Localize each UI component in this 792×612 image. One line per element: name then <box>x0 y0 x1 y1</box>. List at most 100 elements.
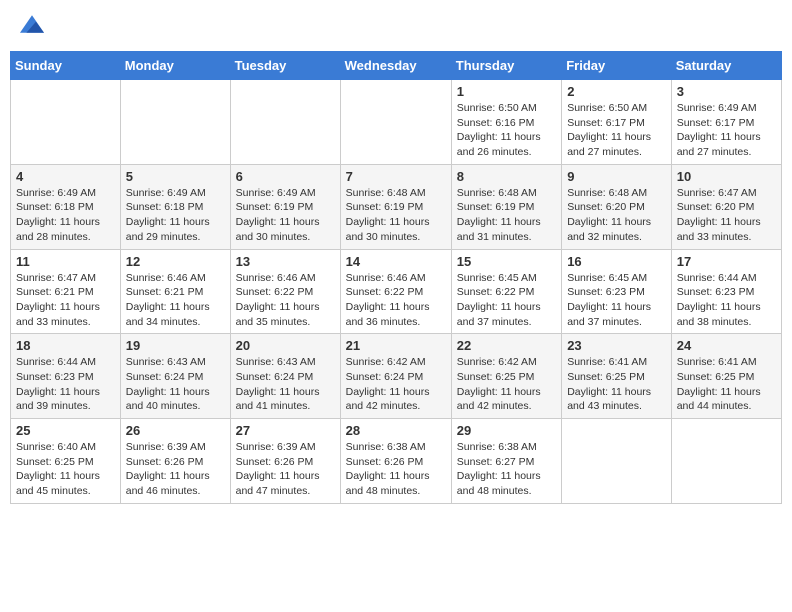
day-info: Sunrise: 6:49 AM Sunset: 6:19 PM Dayligh… <box>236 186 335 245</box>
calendar-cell: 26 Sunrise: 6:39 AM Sunset: 6:26 PM Dayli… <box>120 419 230 504</box>
day-number: 18 <box>16 338 115 353</box>
day-number: 25 <box>16 423 115 438</box>
day-info: Sunrise: 6:50 AM Sunset: 6:17 PM Dayligh… <box>567 101 666 160</box>
day-info: Sunrise: 6:41 AM Sunset: 6:25 PM Dayligh… <box>567 355 666 414</box>
calendar-cell: 5Sunrise: 6:49 AM Sunset: 6:18 PM Daylig… <box>120 164 230 249</box>
calendar-cell: 9 Sunrise: 6:48 AM Sunset: 6:20 PM Daylig… <box>562 164 672 249</box>
day-number: 9 <box>567 169 666 184</box>
calendar-cell <box>671 419 781 504</box>
calendar-cell: 23 Sunrise: 6:41 AM Sunset: 6:25 PM Dayli… <box>562 334 672 419</box>
day-number: 20 <box>236 338 335 353</box>
week-row-1: 4 Sunrise: 6:49 AM Sunset: 6:18 PM Daylig… <box>11 164 782 249</box>
week-row-2: 11Sunrise: 6:47 AM Sunset: 6:21 PM Dayli… <box>11 249 782 334</box>
week-row-3: 18 Sunrise: 6:44 AM Sunset: 6:23 PM Dayli… <box>11 334 782 419</box>
calendar-cell: 21 Sunrise: 6:42 AM Sunset: 6:24 PM Dayli… <box>340 334 451 419</box>
day-info: Sunrise: 6:48 AM Sunset: 6:19 PM Dayligh… <box>457 186 556 245</box>
calendar-cell: 16 Sunrise: 6:45 AM Sunset: 6:23 PM Dayli… <box>562 249 672 334</box>
calendar-cell: 20 Sunrise: 6:43 AM Sunset: 6:24 PM Dayli… <box>230 334 340 419</box>
day-number: 8 <box>457 169 556 184</box>
calendar-cell: 18 Sunrise: 6:44 AM Sunset: 6:23 PM Dayli… <box>11 334 121 419</box>
day-number: 10 <box>677 169 776 184</box>
calendar-cell: 12 Sunrise: 6:46 AM Sunset: 6:21 PM Dayli… <box>120 249 230 334</box>
calendar-cell <box>11 80 121 165</box>
day-info: Sunrise: 6:50 AM Sunset: 6:16 PM Dayligh… <box>457 101 556 160</box>
week-row-0: 1 Sunrise: 6:50 AM Sunset: 6:16 PM Daylig… <box>11 80 782 165</box>
weekday-header-thursday: Thursday <box>451 52 561 80</box>
calendar-cell: 1 Sunrise: 6:50 AM Sunset: 6:16 PM Daylig… <box>451 80 561 165</box>
calendar-cell: 4 Sunrise: 6:49 AM Sunset: 6:18 PM Daylig… <box>11 164 121 249</box>
day-number: 15 <box>457 254 556 269</box>
day-info: Sunrise: 6:40 AM Sunset: 6:25 PM Dayligh… <box>16 440 115 499</box>
calendar-cell: 25 Sunrise: 6:40 AM Sunset: 6:25 PM Dayli… <box>11 419 121 504</box>
day-info: Sunrise: 6:47 AM Sunset: 6:20 PM Dayligh… <box>677 186 776 245</box>
day-info: Sunrise: 6:43 AM Sunset: 6:24 PM Dayligh… <box>126 355 225 414</box>
day-number: 5 <box>126 169 225 184</box>
day-number: 21 <box>346 338 446 353</box>
calendar-cell: 17Sunrise: 6:44 AM Sunset: 6:23 PM Dayli… <box>671 249 781 334</box>
weekday-header-row: SundayMondayTuesdayWednesdayThursdayFrid… <box>11 52 782 80</box>
day-info: Sunrise: 6:38 AM Sunset: 6:27 PM Dayligh… <box>457 440 556 499</box>
day-info: Sunrise: 6:48 AM Sunset: 6:19 PM Dayligh… <box>346 186 446 245</box>
day-info: Sunrise: 6:44 AM Sunset: 6:23 PM Dayligh… <box>677 271 776 330</box>
calendar-cell <box>120 80 230 165</box>
day-number: 2 <box>567 84 666 99</box>
calendar-cell <box>562 419 672 504</box>
week-row-4: 25 Sunrise: 6:40 AM Sunset: 6:25 PM Dayli… <box>11 419 782 504</box>
calendar-cell: 19 Sunrise: 6:43 AM Sunset: 6:24 PM Dayli… <box>120 334 230 419</box>
weekday-header-sunday: Sunday <box>11 52 121 80</box>
day-number: 6 <box>236 169 335 184</box>
calendar-cell: 8 Sunrise: 6:48 AM Sunset: 6:19 PM Daylig… <box>451 164 561 249</box>
day-number: 1 <box>457 84 556 99</box>
day-number: 11 <box>16 254 115 269</box>
day-number: 3 <box>677 84 776 99</box>
day-info: Sunrise: 6:45 AM Sunset: 6:23 PM Dayligh… <box>567 271 666 330</box>
day-number: 23 <box>567 338 666 353</box>
day-number: 22 <box>457 338 556 353</box>
calendar-cell: 14 Sunrise: 6:46 AM Sunset: 6:22 PM Dayli… <box>340 249 451 334</box>
calendar-cell: 22 Sunrise: 6:42 AM Sunset: 6:25 PM Dayli… <box>451 334 561 419</box>
logo-icon <box>20 14 44 34</box>
calendar-cell: 6 Sunrise: 6:49 AM Sunset: 6:19 PM Daylig… <box>230 164 340 249</box>
calendar-cell: 11Sunrise: 6:47 AM Sunset: 6:21 PM Dayli… <box>11 249 121 334</box>
day-number: 19 <box>126 338 225 353</box>
day-number: 27 <box>236 423 335 438</box>
day-info: Sunrise: 6:48 AM Sunset: 6:20 PM Dayligh… <box>567 186 666 245</box>
day-info: Sunrise: 6:43 AM Sunset: 6:24 PM Dayligh… <box>236 355 335 414</box>
day-info: Sunrise: 6:41 AM Sunset: 6:25 PM Dayligh… <box>677 355 776 414</box>
day-info: Sunrise: 6:46 AM Sunset: 6:21 PM Dayligh… <box>126 271 225 330</box>
day-number: 14 <box>346 254 446 269</box>
day-number: 29 <box>457 423 556 438</box>
calendar-cell: 2 Sunrise: 6:50 AM Sunset: 6:17 PM Daylig… <box>562 80 672 165</box>
day-info: Sunrise: 6:45 AM Sunset: 6:22 PM Dayligh… <box>457 271 556 330</box>
calendar-table: SundayMondayTuesdayWednesdayThursdayFrid… <box>10 51 782 504</box>
calendar-cell: 24 Sunrise: 6:41 AM Sunset: 6:25 PM Dayli… <box>671 334 781 419</box>
calendar-cell: 28Sunrise: 6:38 AM Sunset: 6:26 PM Dayli… <box>340 419 451 504</box>
day-number: 4 <box>16 169 115 184</box>
day-info: Sunrise: 6:44 AM Sunset: 6:23 PM Dayligh… <box>16 355 115 414</box>
day-info: Sunrise: 6:42 AM Sunset: 6:25 PM Dayligh… <box>457 355 556 414</box>
calendar-cell: 3Sunrise: 6:49 AM Sunset: 6:17 PM Daylig… <box>671 80 781 165</box>
calendar-cell <box>230 80 340 165</box>
calendar-cell: 27 Sunrise: 6:39 AM Sunset: 6:26 PM Dayli… <box>230 419 340 504</box>
day-info: Sunrise: 6:39 AM Sunset: 6:26 PM Dayligh… <box>236 440 335 499</box>
day-info: Sunrise: 6:42 AM Sunset: 6:24 PM Dayligh… <box>346 355 446 414</box>
weekday-header-saturday: Saturday <box>671 52 781 80</box>
day-number: 12 <box>126 254 225 269</box>
header <box>10 10 782 43</box>
day-number: 16 <box>567 254 666 269</box>
day-number: 13 <box>236 254 335 269</box>
day-info: Sunrise: 6:49 AM Sunset: 6:18 PM Dayligh… <box>16 186 115 245</box>
weekday-header-tuesday: Tuesday <box>230 52 340 80</box>
day-info: Sunrise: 6:38 AM Sunset: 6:26 PM Dayligh… <box>346 440 446 499</box>
day-number: 7 <box>346 169 446 184</box>
day-info: Sunrise: 6:39 AM Sunset: 6:26 PM Dayligh… <box>126 440 225 499</box>
day-info: Sunrise: 6:46 AM Sunset: 6:22 PM Dayligh… <box>346 271 446 330</box>
logo <box>18 14 46 39</box>
day-number: 26 <box>126 423 225 438</box>
calendar-cell: 13 Sunrise: 6:46 AM Sunset: 6:22 PM Dayli… <box>230 249 340 334</box>
weekday-header-friday: Friday <box>562 52 672 80</box>
calendar-cell: 7 Sunrise: 6:48 AM Sunset: 6:19 PM Daylig… <box>340 164 451 249</box>
day-number: 24 <box>677 338 776 353</box>
day-info: Sunrise: 6:46 AM Sunset: 6:22 PM Dayligh… <box>236 271 335 330</box>
calendar-cell <box>340 80 451 165</box>
